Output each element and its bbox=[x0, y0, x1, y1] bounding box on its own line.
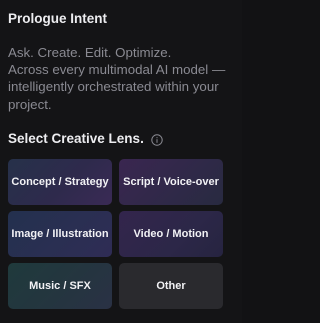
lens-button-label: Music / SFX bbox=[29, 280, 91, 292]
tagline-line-3: intelligently orchestrated within your bbox=[8, 79, 219, 95]
panel-title: Prologue Intent bbox=[8, 11, 107, 26]
lens-video-motion-button[interactable]: Video / Motion bbox=[119, 211, 223, 257]
info-circle-icon[interactable] bbox=[151, 133, 163, 146]
lens-button-label: Video / Motion bbox=[133, 228, 209, 240]
prologue-intent-panel: Prologue Intent Ask. Create. Edit. Optim… bbox=[0, 0, 242, 323]
tagline: Ask. Create. Edit. Optimize. Across ever… bbox=[8, 44, 242, 113]
lens-button-label: Script / Voice-over bbox=[123, 176, 219, 188]
lens-button-label: Image / Illustration bbox=[11, 228, 109, 240]
lens-other-button[interactable]: Other bbox=[119, 263, 223, 309]
tagline-line-1: Ask. Create. Edit. Optimize. bbox=[8, 45, 172, 60]
creative-lens-heading: Select Creative Lens. bbox=[8, 131, 163, 146]
lens-button-label: Other bbox=[156, 280, 186, 292]
lens-script-voiceover-button[interactable]: Script / Voice-over bbox=[119, 159, 223, 205]
tagline-line-2: Across every multimodal AI model — bbox=[8, 62, 226, 78]
lens-music-sfx-button[interactable]: Music / SFX bbox=[8, 263, 112, 309]
tagline-line-4: project. bbox=[8, 96, 52, 112]
lens-concept-strategy-button[interactable]: Concept / Strategy bbox=[8, 159, 112, 205]
creative-lens-heading-label: Select Creative Lens. bbox=[8, 131, 144, 146]
lens-button-label: Concept / Strategy bbox=[11, 176, 109, 188]
lens-image-illustration-button[interactable]: Image / Illustration bbox=[8, 211, 112, 257]
